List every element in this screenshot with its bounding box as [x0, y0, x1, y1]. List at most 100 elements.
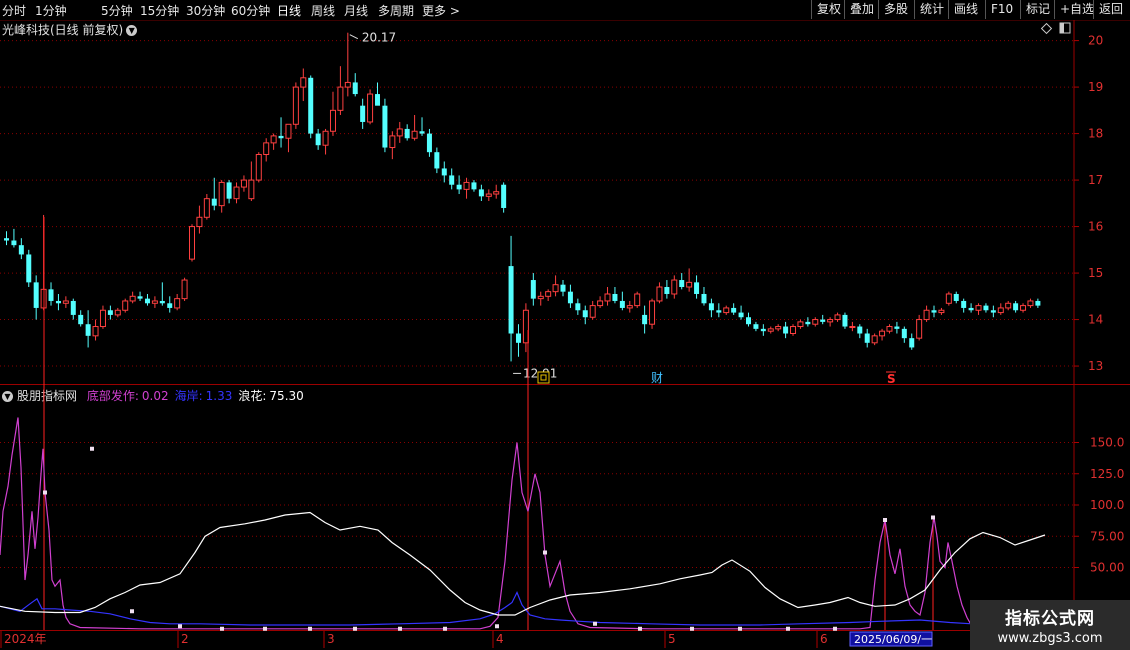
candle: [426, 128, 432, 157]
candle: [945, 291, 952, 306]
candle: [849, 321, 856, 332]
candle: [144, 293, 150, 306]
candle: [649, 298, 656, 329]
candle: [292, 82, 299, 129]
candle: [797, 319, 804, 329]
candle: [820, 314, 826, 325]
candle: [92, 319, 99, 341]
indicator-point: [353, 626, 357, 631]
indicator-tick-label: 150.0: [1090, 436, 1124, 450]
price-tick-label: 18: [1088, 127, 1103, 141]
candle: [923, 305, 930, 322]
indicator-point: [398, 626, 402, 631]
candle: [626, 300, 633, 313]
candle: [575, 298, 581, 315]
candle: [916, 314, 923, 341]
candle: [1005, 300, 1012, 311]
candle: [909, 333, 915, 350]
candle: [55, 293, 61, 311]
indicator-tick-label: 50.00: [1090, 561, 1124, 575]
candle: [530, 273, 536, 306]
candle: [167, 296, 173, 313]
candle: [255, 152, 262, 183]
candle: [375, 82, 380, 106]
candle: [552, 275, 559, 297]
indicator-line: [0, 591, 973, 626]
candle: [886, 324, 893, 334]
candle: [567, 284, 573, 308]
candle: [997, 303, 1004, 315]
time-axis-label: 3: [327, 632, 335, 646]
candle: [11, 228, 17, 248]
candle: [1027, 298, 1034, 308]
candlestick-series: [4, 32, 1041, 362]
candle: [189, 224, 195, 262]
s-marker[interactable]: S: [887, 372, 896, 386]
chart-canvas[interactable]: 2019181716151413 20.1712.91财S 150.0125.0…: [0, 0, 1130, 650]
price-grid: [0, 40, 1074, 367]
candle: [686, 268, 693, 292]
indicator-tick-label: 125.0: [1090, 467, 1124, 481]
price-tick-label: 20: [1088, 34, 1103, 48]
indicator-line: [0, 417, 973, 630]
indicator-point: [308, 626, 312, 631]
time-axis-label: 4: [496, 632, 504, 646]
candle: [99, 305, 106, 329]
candle: [560, 280, 566, 297]
candle: [48, 282, 54, 306]
candle: [857, 324, 863, 339]
indicator-point: [786, 626, 790, 631]
watermark: 指标公式网 www.zbgs3.com: [970, 600, 1130, 650]
candle: [78, 310, 84, 327]
candle: [70, 298, 76, 320]
candle: [1020, 303, 1027, 313]
candle: [671, 275, 678, 299]
indicator-point: [220, 626, 224, 631]
candle: [174, 293, 181, 311]
indicator-line: [0, 511, 1046, 616]
candle: [471, 180, 477, 192]
candle: [783, 321, 789, 339]
panel-toggle-icon[interactable]: [1059, 22, 1071, 34]
candle: [26, 249, 32, 288]
candle: [129, 291, 136, 304]
candle: [975, 303, 982, 315]
candle: [619, 291, 625, 311]
candle: [456, 175, 462, 195]
price-tick-label: 15: [1088, 266, 1103, 280]
candle: [122, 298, 129, 313]
candle: [389, 131, 396, 160]
candle: [760, 324, 766, 336]
candle: [842, 312, 848, 329]
candle: [812, 317, 819, 327]
price-tick-label: 17: [1088, 173, 1103, 187]
candle: [634, 291, 641, 308]
time-axis: 2024年 2 3 4 5 6 2025/06/09/一: [0, 631, 933, 648]
candle: [226, 180, 232, 204]
event-icon[interactable]: [537, 371, 550, 384]
candle: [463, 177, 470, 199]
indicator-point: [178, 624, 182, 629]
candle: [485, 189, 492, 201]
candle: [790, 324, 797, 336]
candle: [329, 91, 336, 136]
finance-marker[interactable]: 财: [651, 371, 663, 385]
candle: [582, 305, 588, 325]
candle: [805, 317, 811, 327]
candle: [656, 282, 663, 304]
candle: [753, 321, 759, 332]
candle: [664, 280, 670, 299]
indicator-point: [883, 518, 887, 522]
candle: [968, 303, 974, 313]
indicator-point: [495, 624, 499, 629]
candle: [961, 298, 967, 313]
candle: [203, 194, 210, 220]
diamond-icon[interactable]: [1040, 22, 1053, 35]
candle: [419, 117, 425, 136]
candle: [746, 312, 751, 327]
price-tick-label: 14: [1088, 313, 1103, 327]
indicator-grid: [0, 442, 1074, 568]
candle: [449, 168, 455, 190]
indicator-point: [593, 621, 597, 626]
candle: [308, 75, 314, 139]
